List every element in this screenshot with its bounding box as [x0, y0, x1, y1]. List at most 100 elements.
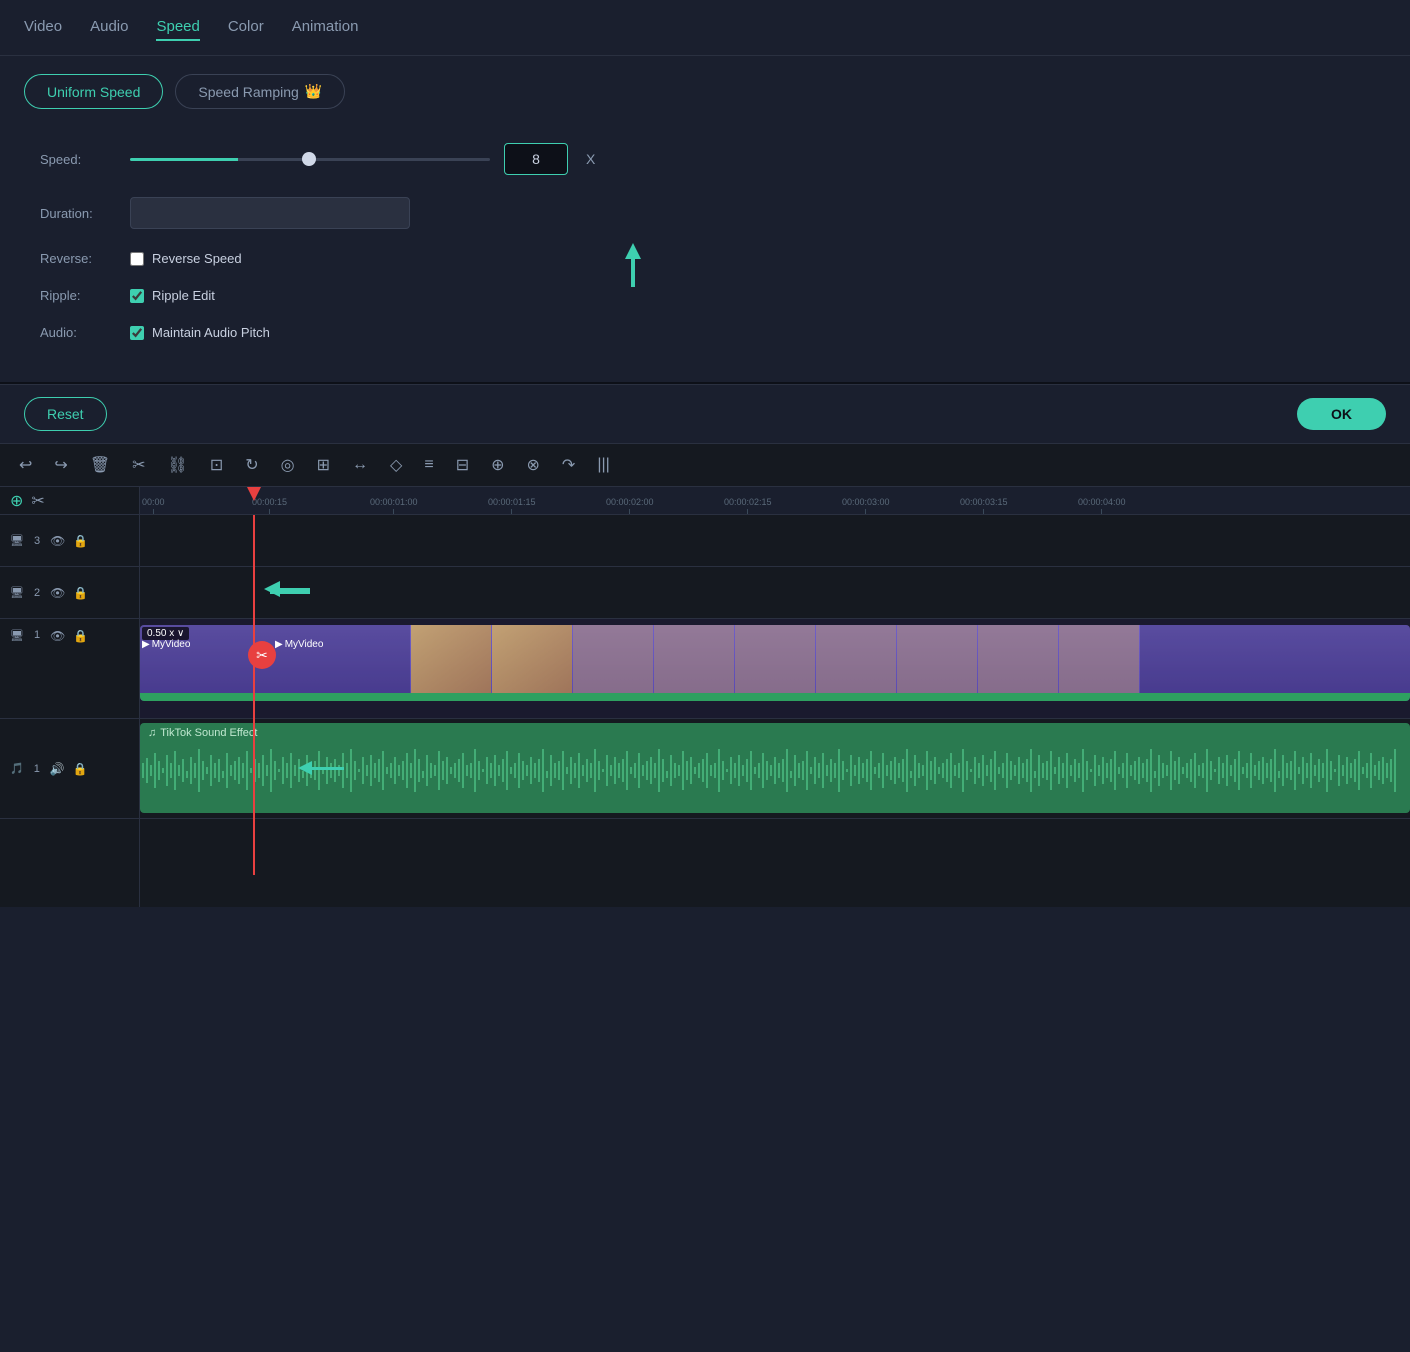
- track-1-audio-label: 1: [34, 763, 40, 775]
- speed-slider[interactable]: [130, 158, 490, 161]
- tab-video[interactable]: Video: [24, 14, 62, 41]
- speed-row: Speed: 8 X: [40, 143, 1370, 175]
- arrow-up-stem: [631, 259, 635, 287]
- add-icon[interactable]: ⊕: [488, 452, 507, 478]
- timeline-ruler: 00:00 00:00:15 00:00:01:00 00:00:01:15 0…: [140, 487, 1410, 515]
- reverse-checkbox-label[interactable]: Reverse Speed: [130, 251, 242, 266]
- ruler-mark-0: 00:00: [142, 497, 165, 515]
- track-2-arrow-left: [264, 581, 310, 597]
- ok-button[interactable]: OK: [1297, 398, 1386, 430]
- ruler-mark-4: 00:00:02:00: [606, 497, 654, 515]
- grid-icon[interactable]: ⊞: [314, 452, 333, 478]
- speed-slider-container: 8 X: [130, 143, 1370, 175]
- audio-icon[interactable]: |||: [594, 453, 612, 477]
- reset-button[interactable]: Reset: [24, 397, 107, 431]
- ruler-mark-5: 00:00:02:15: [724, 497, 772, 515]
- uniform-speed-button[interactable]: Uniform Speed: [24, 74, 163, 109]
- track-3-eye-icon[interactable]: 👁: [50, 534, 65, 548]
- arrow-left-head: [264, 581, 280, 597]
- crown-icon: 👑: [305, 83, 322, 100]
- ripple-label: Ripple:: [40, 288, 130, 303]
- track-1-video-row[interactable]: 0.50 x ∨ ▶ MyVideo ▶ MyVideo ✂: [140, 619, 1410, 719]
- audio-pitch-checkbox-label[interactable]: Maintain Audio Pitch: [130, 325, 270, 340]
- track-1-audio-sidebar: 🎵 1 🔊 🔒: [0, 719, 139, 819]
- track-1-video-icon: 🖥: [10, 629, 24, 642]
- timeline-header-row: ⊕ ✂: [0, 487, 139, 515]
- track-1-lock-icon[interactable]: 🔒: [73, 629, 88, 643]
- thumb-strip: [140, 625, 1410, 701]
- adjust-icon[interactable]: ≡: [421, 453, 436, 477]
- track-1-eye-icon[interactable]: 👁: [50, 629, 65, 643]
- delete-icon[interactable]: 🗑: [87, 452, 113, 478]
- shape-icon[interactable]: ◇: [387, 452, 405, 478]
- audio-arrow-head: [298, 761, 312, 775]
- rotate-icon[interactable]: ↻: [242, 452, 261, 478]
- duration-label: Duration:: [40, 206, 130, 221]
- track-1-audio-lock-icon[interactable]: 🔒: [73, 762, 88, 776]
- audio-label: Audio:: [40, 325, 130, 340]
- track-1-audio-volume-icon[interactable]: 🔊: [50, 762, 65, 776]
- audio-arrow-stem: [312, 767, 344, 770]
- action-bar: Reset OK: [0, 384, 1410, 443]
- cut-icon[interactable]: ✂: [129, 452, 148, 478]
- tab-animation[interactable]: Animation: [292, 14, 359, 41]
- tab-audio[interactable]: Audio: [90, 14, 128, 41]
- track-2-sidebar: 🖥 2 👁 🔒: [0, 567, 139, 619]
- ruler-mark-3: 00:00:01:15: [488, 497, 536, 515]
- audio-clip-label: ♫ TikTok Sound Effect: [140, 723, 1410, 743]
- video-clip[interactable]: 0.50 x ∨ ▶ MyVideo ▶ MyVideo: [140, 625, 1410, 701]
- track-2-label: 2: [34, 587, 40, 599]
- audio-arrow-annotation: [298, 761, 344, 775]
- loop-icon[interactable]: ↷: [559, 452, 578, 478]
- close-icon[interactable]: ⊗: [524, 452, 543, 478]
- duration-row: Duration: 00:00:29:08: [40, 197, 1370, 229]
- green-underbar: [140, 693, 1410, 701]
- track-3-lock-icon[interactable]: 🔒: [73, 534, 88, 548]
- crop-icon[interactable]: ⊡: [207, 452, 226, 478]
- speed-arrow-annotation: [625, 243, 641, 287]
- scissors-icon[interactable]: ✂: [31, 491, 44, 511]
- link-icon[interactable]: ⛓: [165, 452, 191, 478]
- ripple-checkbox-label[interactable]: Ripple Edit: [130, 288, 215, 303]
- timeline: ⊕ ✂ 🖥 3 👁 🔒 🖥 2 👁 🔒 🖥 1 👁 🔒 🎵 1 🔊: [0, 487, 1410, 907]
- reverse-label: Reverse:: [40, 251, 130, 266]
- ruler-mark-8: 00:00:04:00: [1078, 497, 1126, 515]
- speed-mode-bar: Uniform Speed Speed Ramping 👑: [0, 56, 1410, 123]
- track-1-video-sidebar: 🖥 1 👁 🔒: [0, 619, 139, 719]
- layers-icon[interactable]: ⊟: [453, 452, 472, 478]
- track-3-row[interactable]: [140, 515, 1410, 567]
- audio-pitch-row: Audio: Maintain Audio Pitch: [40, 325, 1370, 340]
- ripple-checkbox[interactable]: [130, 289, 144, 303]
- track-2-row[interactable]: [140, 567, 1410, 619]
- arrow-up-head: [625, 243, 641, 259]
- ripple-row: Ripple: Ripple Edit: [40, 288, 1370, 303]
- tab-color[interactable]: Color: [228, 14, 264, 41]
- clip-label-left: ▶ MyVideo: [142, 639, 190, 650]
- ruler-mark-6: 00:00:03:00: [842, 497, 890, 515]
- tab-speed[interactable]: Speed: [156, 14, 199, 41]
- timeline-content: 00:00 00:00:15 00:00:01:00 00:00:01:15 0…: [140, 487, 1410, 907]
- reverse-row: Reverse: Reverse Speed: [40, 251, 1370, 266]
- redo-icon[interactable]: ↪: [51, 452, 70, 478]
- add-track-icon[interactable]: ⊕: [10, 491, 23, 511]
- scissors-marker[interactable]: ✂: [248, 641, 276, 669]
- speed-ramping-button[interactable]: Speed Ramping 👑: [175, 74, 345, 109]
- clip-label-right: ▶ MyVideo: [275, 639, 323, 650]
- color-icon[interactable]: ◎: [278, 452, 298, 478]
- track-2-video-icon: 🖥: [10, 586, 24, 599]
- audio-pitch-checkbox[interactable]: [130, 326, 144, 340]
- transform-icon[interactable]: ↔: [349, 453, 371, 477]
- track-2-lock-icon[interactable]: 🔒: [73, 586, 88, 600]
- track-2-eye-icon[interactable]: 👁: [50, 586, 65, 600]
- reverse-checkbox[interactable]: [130, 252, 144, 266]
- undo-icon[interactable]: ↩: [16, 452, 35, 478]
- ruler-mark-7: 00:00:03:15: [960, 497, 1008, 515]
- track-1-audio-row[interactable]: ♫ TikTok Sound Effect: [140, 719, 1410, 819]
- top-navigation: Video Audio Speed Color Animation: [0, 0, 1410, 56]
- track-3-label: 3: [34, 535, 40, 547]
- track-1-label: 1: [34, 629, 40, 641]
- playhead-line: [253, 515, 255, 875]
- playhead-marker: [253, 487, 261, 501]
- duration-input[interactable]: 00:00:29:08: [130, 197, 410, 229]
- speed-value-input[interactable]: 8: [504, 143, 568, 175]
